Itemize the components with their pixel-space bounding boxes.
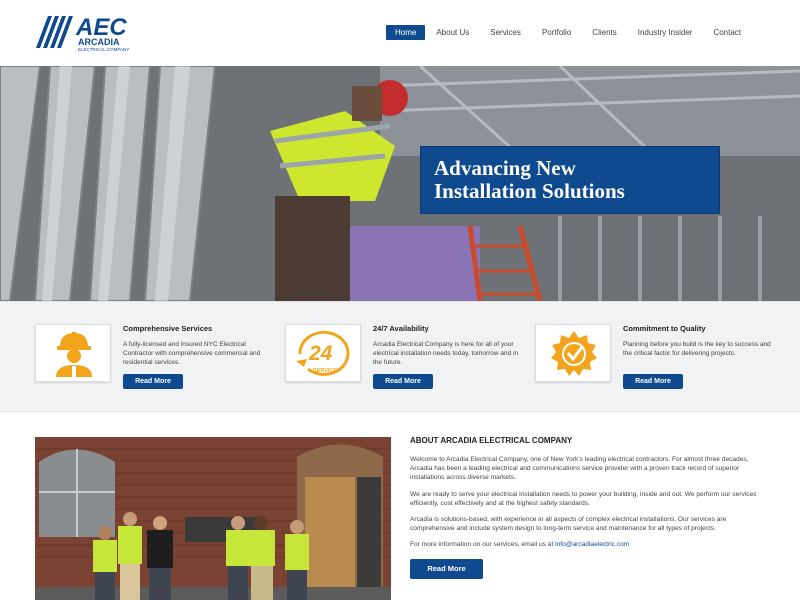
about-paragraph: We are ready to serve your electrical in…	[410, 490, 757, 507]
icon-24-text: 24	[308, 342, 333, 365]
about-title: ABOUT ARCADIA ELECTRICAL COMPANY	[410, 436, 573, 445]
read-more-button[interactable]: Read More	[123, 374, 183, 389]
nav-portfolio[interactable]: Portfolio	[532, 25, 581, 40]
feature-icon-box	[535, 324, 611, 382]
features-section: Comprehensive Services A fully-licensed …	[0, 301, 800, 412]
feature-text: Planning before you build is the key to …	[623, 341, 771, 357]
about-contact-paragraph: For more information on our services, em…	[410, 540, 766, 549]
hero-headline-line2: Installation Solutions	[434, 179, 625, 203]
nav-industry-insider[interactable]: Industry Insider	[628, 25, 703, 40]
feature-text: Arcadia Electrical Company is here for a…	[373, 341, 519, 366]
read-more-button[interactable]: Read More	[373, 374, 433, 389]
about-section: ABOUT ARCADIA ELECTRICAL COMPANY Welcome…	[410, 436, 766, 579]
nav-clients[interactable]: Clients	[582, 25, 626, 40]
feature-text: A fully-licensed and insured NYC Electri…	[123, 341, 261, 366]
feature-icon-box	[35, 324, 111, 382]
about-team-photo	[35, 437, 391, 600]
worker-icon	[56, 332, 92, 377]
nav-contact[interactable]: Contact	[703, 25, 751, 40]
icon-service-text: SERVICE	[313, 368, 337, 374]
nav-services[interactable]: Services	[480, 25, 531, 40]
logo-name-text: ARCADIA	[78, 37, 120, 47]
24-service-icon: 24 SERVICE	[296, 330, 350, 376]
feature-title: 24/7 Availability	[373, 324, 429, 333]
hero-slider: Advancing New Installation Solutions	[0, 66, 800, 301]
feature-title: Commitment to Quality	[623, 324, 706, 333]
nav-about-us[interactable]: About Us	[426, 25, 479, 40]
logo-sub-text: ELECTRICAL COMPANY	[78, 47, 129, 52]
email-link[interactable]: info@arcadiaelectric.com	[555, 541, 629, 548]
about-paragraph: Arcadia is solutions-based, with experie…	[410, 516, 727, 533]
hero-headline-banner: Advancing New Installation Solutions	[420, 146, 720, 214]
feature-24-7-availability: 24 SERVICE 24/7 Availability Arcadia Ele…	[285, 324, 525, 394]
site-header: AEC ARCADIA ELECTRICAL COMPANY Home Abou…	[0, 0, 800, 66]
quality-badge-icon	[551, 331, 597, 376]
about-read-more-button[interactable]: Read More	[410, 558, 483, 579]
feature-commitment-quality: Commitment to Quality Planning before yo…	[535, 324, 775, 394]
arcadia-logo[interactable]: AEC ARCADIA ELECTRICAL COMPANY	[34, 12, 146, 54]
team-photo-image	[35, 437, 391, 600]
nav-home[interactable]: Home	[386, 25, 426, 40]
main-nav: Home About Us Services Portfolio Clients…	[386, 25, 752, 41]
read-more-button[interactable]: Read More	[623, 374, 683, 389]
hero-headline-line1: Advancing New	[434, 156, 576, 180]
about-contact-text: For more information on our services, em…	[410, 541, 556, 549]
feature-title: Comprehensive Services	[123, 324, 213, 333]
feature-comprehensive-services: Comprehensive Services A fully-licensed …	[35, 324, 275, 394]
about-paragraph: Welcome to Arcadia Electrical Company, o…	[410, 456, 749, 482]
feature-icon-box: 24 SERVICE	[285, 324, 361, 382]
